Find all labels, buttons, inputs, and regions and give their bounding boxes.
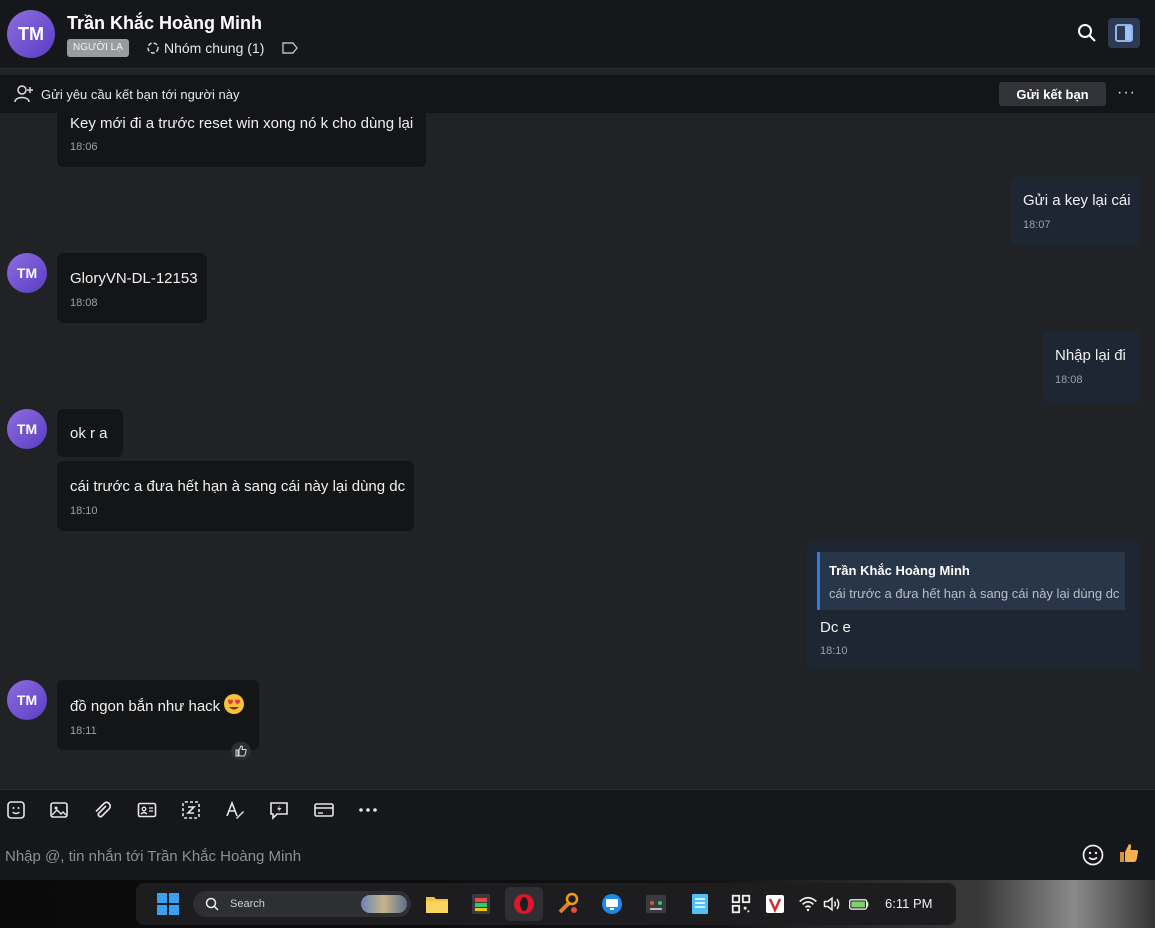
contact-card-icon[interactable] (137, 800, 157, 820)
attach-icon[interactable] (92, 800, 112, 820)
message-bubble[interactable]: Nhập lại đi 18:08 (1043, 331, 1140, 403)
group-icon (147, 42, 159, 54)
tools-app-icon[interactable] (556, 892, 580, 916)
windows-start-icon[interactable] (156, 892, 180, 916)
message-text: Dc e (820, 619, 851, 636)
search-highlight-image (361, 895, 407, 913)
file-explorer-icon[interactable] (425, 892, 449, 916)
volume-icon[interactable] (822, 892, 842, 916)
message-text: Nhập lại đi (1055, 347, 1126, 364)
message-time: 18:07 (1023, 219, 1051, 231)
message-text: đồ ngon bắn như hack (70, 698, 221, 715)
reaction-button[interactable] (231, 742, 251, 760)
message-bubble[interactable]: Trần Khắc Hoàng Minh cái trước a đưa hết… (807, 541, 1140, 669)
quoted-message[interactable]: Trần Khắc Hoàng Minh cái trước a đưa hết… (817, 552, 1125, 610)
chat-header: TM Trần Khắc Hoàng Minh NGƯỜI LẠ Nhóm ch… (0, 0, 1155, 69)
quick-like-icon[interactable] (1118, 842, 1140, 864)
search-icon (205, 897, 219, 911)
composer-toolbar (0, 789, 1155, 831)
contact-avatar[interactable]: TM (7, 10, 55, 58)
heart-eyes-emoji-icon (224, 694, 244, 714)
text-format-icon[interactable] (225, 800, 245, 820)
message-bubble[interactable]: Key mới đi a trước reset win xong nó k c… (57, 113, 426, 167)
message-time: 18:06 (70, 141, 98, 153)
taskbar-clock[interactable]: 6:11 PM (885, 896, 932, 911)
wifi-icon[interactable] (798, 892, 818, 916)
media-app-icon[interactable] (644, 892, 668, 916)
message-input[interactable] (0, 842, 1067, 870)
message-bubble[interactable]: ok r a (57, 409, 123, 457)
message-text: cái trước a đưa hết hạn à sang cái này l… (70, 478, 406, 495)
tag-icon[interactable] (282, 42, 298, 54)
message-bubble[interactable]: Gửi a key lại cái 18:07 (1011, 177, 1140, 245)
message-bubble[interactable]: đồ ngon bắn như hack 18:11 (57, 680, 259, 750)
message-time: 18:10 (820, 645, 848, 657)
message-text: Key mới đi a trước reset win xong nó k c… (70, 115, 414, 132)
toggle-panel-button[interactable] (1108, 18, 1140, 48)
screenshot-icon[interactable] (181, 800, 201, 820)
search-icon[interactable] (1077, 23, 1097, 43)
friend-request-bar: Gửi yêu cầu kết bạn tới người này Gửi kế… (0, 75, 1155, 113)
sidebar-panel-icon (1115, 24, 1133, 42)
message-text: Gửi a key lại cái (1023, 192, 1131, 209)
friend-request-text: Gửi yêu cầu kết bạn tới người này (41, 87, 240, 102)
vivaldi-icon[interactable] (763, 892, 787, 916)
quoted-text: cái trước a đưa hết hạn à sang cái này l… (829, 586, 1120, 601)
contact-name[interactable]: Trần Khắc Hoàng Minh (67, 13, 262, 34)
send-friend-request-button[interactable]: Gửi kết bạn (999, 82, 1106, 106)
qr-code-icon[interactable] (730, 892, 752, 916)
message-text: GloryVN-DL-12153 (70, 270, 198, 287)
battery-icon[interactable] (848, 892, 870, 916)
search-label: Search (230, 898, 265, 910)
thumbs-up-icon (235, 745, 247, 757)
message-time: 18:10 (70, 505, 98, 517)
remote-desktop-icon[interactable] (600, 892, 624, 916)
add-friend-icon (14, 85, 33, 103)
common-groups-label: Nhóm chung (1) (164, 40, 265, 56)
stranger-badge: NGƯỜI LẠ (67, 39, 129, 57)
message-bubble[interactable]: cái trước a đưa hết hạn à sang cái này l… (57, 461, 414, 531)
more-icon[interactable] (358, 800, 378, 820)
sticker-icon[interactable] (6, 800, 26, 820)
common-groups-link[interactable]: Nhóm chung (1) (146, 40, 264, 56)
composer (0, 830, 1155, 880)
taskbar: Search 6:11 PM (136, 883, 956, 925)
quoted-sender: Trần Khắc Hoàng Minh (829, 563, 970, 578)
sender-avatar[interactable]: TM (7, 253, 47, 293)
message-bubble[interactable]: GloryVN-DL-12153 18:08 (57, 253, 207, 323)
quick-message-icon[interactable] (269, 800, 289, 820)
app-stack-icon[interactable] (469, 892, 493, 916)
more-options-button[interactable]: ··· (1117, 84, 1136, 102)
message-time: 18:08 (1055, 374, 1083, 386)
emoji-icon[interactable] (1082, 844, 1104, 866)
message-text: ok r a (70, 425, 108, 442)
image-icon[interactable] (49, 800, 69, 820)
opera-browser-icon[interactable] (512, 892, 536, 916)
notepad-icon[interactable] (688, 892, 712, 916)
message-time: 18:08 (70, 297, 98, 309)
sender-avatar[interactable]: TM (7, 680, 47, 720)
sender-avatar[interactable]: TM (7, 409, 47, 449)
message-time: 18:11 (70, 725, 97, 737)
taskbar-search[interactable]: Search (193, 891, 411, 917)
message-list[interactable]: Key mới đi a trước reset win xong nó k c… (0, 113, 1155, 789)
card-icon[interactable] (313, 800, 335, 820)
